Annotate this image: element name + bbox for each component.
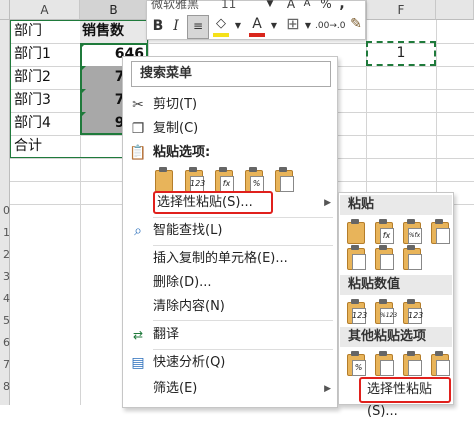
column-header-a[interactable]: A [10, 0, 80, 20]
row-number[interactable]: 3 [0, 270, 10, 283]
paste-formulas-icon[interactable]: fx [213, 167, 234, 192]
submenu-arrow-icon: ▶ [324, 198, 331, 208]
values-source-format-icon[interactable]: 123 [401, 299, 423, 324]
paste-special-highlight [153, 191, 273, 214]
comma-style-button[interactable]: , [335, 0, 349, 13]
context-menu: 搜索菜单 ✂ 剪切(T) ❐ 复制(C) 📋 粘贴选项: 123 fx % 选择… [122, 56, 338, 408]
submenu-arrow-icon: ▶ [324, 384, 331, 394]
no-borders-icon[interactable] [345, 245, 366, 270]
fill-color-dropdown-icon[interactable]: ▼ [233, 17, 243, 35]
row-number[interactable]: 7 [0, 358, 10, 371]
bold-button[interactable]: B [149, 17, 167, 35]
submenu-header-other: 其他粘贴选项 [340, 327, 452, 347]
menu-divider [153, 217, 333, 218]
smart-lookup-icon: ⌕ [134, 223, 142, 239]
submenu-paste-special-highlight [359, 377, 451, 403]
menu-item-paste-options: 📋 粘贴选项: [129, 145, 211, 161]
translate-icon: ⇄ [132, 328, 144, 342]
menu-item-cut[interactable]: ✂ 剪切(T) [123, 93, 337, 117]
transpose-icon[interactable] [401, 245, 422, 270]
paste-values-icon[interactable]: 123 [183, 167, 205, 192]
row-number[interactable]: 5 [0, 314, 10, 327]
submenu-header-paste: 粘贴 [340, 195, 452, 215]
keep-column-widths-icon[interactable] [373, 245, 394, 270]
paste-values-icon[interactable]: 123 [345, 299, 367, 324]
font-color-dropdown-icon[interactable]: ▼ [269, 17, 279, 35]
paste-formulas-number-format-icon[interactable]: %fx [401, 219, 422, 244]
menu-item-clear[interactable]: 清除内容(N) [123, 295, 337, 319]
row-number[interactable]: 2 [0, 248, 10, 261]
paste-icon[interactable] [345, 219, 365, 244]
row-number[interactable]: 4 [0, 292, 10, 305]
font-size-box[interactable]: 11 [221, 0, 261, 13]
paste-submenu: 粘贴 fx %fx 粘贴数值 123 %123 123 其他粘贴选项 % 选择性… [338, 192, 454, 419]
menu-item-translate[interactable]: ⇄ 翻译 [123, 323, 337, 347]
increase-font-icon[interactable]: A [283, 0, 299, 13]
scissors-icon: ✂ [132, 97, 144, 113]
font-name-box[interactable]: 微软雅黑 [151, 0, 217, 13]
menu-search-box[interactable]: 搜索菜单 [131, 61, 331, 87]
cell-f2-copied[interactable]: 1 [366, 41, 436, 66]
column-header-b[interactable]: B [80, 0, 148, 20]
font-color-icon[interactable]: A [247, 15, 267, 37]
paste-formatting-icon[interactable]: % [243, 167, 264, 192]
italic-button[interactable]: I [167, 17, 185, 35]
menu-divider [153, 349, 333, 350]
paste-formatting-icon[interactable]: % [345, 351, 366, 376]
mini-toolbar: 微软雅黑 11 ▼ A A % , B I ≡ ◇ ▼ A ▼ ⊞ ▼ .00→… [146, 0, 366, 40]
row-number[interactable]: 0 [0, 204, 10, 217]
quick-analysis-icon: ▤ [131, 355, 145, 371]
row-number[interactable]: 8 [0, 380, 10, 393]
percent-format-button[interactable]: % [317, 0, 335, 13]
align-center-icon[interactable]: ≡ [187, 15, 209, 39]
column-header-f[interactable]: F [366, 0, 436, 20]
font-size-dropdown-icon[interactable]: ▼ [263, 0, 277, 13]
menu-item-quick-analysis[interactable]: ▤ 快速分析(Q) [123, 351, 337, 375]
menu-item-smart-lookup[interactable]: ⌕ 智能查找(L) [123, 219, 337, 243]
submenu-header-paste-values: 粘贴数值 [340, 275, 452, 295]
decrease-font-icon[interactable]: A [299, 0, 315, 13]
row-number[interactable]: 1 [0, 226, 10, 239]
column-header-g[interactable] [436, 0, 474, 20]
borders-dropdown-icon[interactable]: ▼ [303, 17, 313, 35]
paste-formulas-icon[interactable]: fx [373, 219, 394, 244]
row-number[interactable]: 6 [0, 336, 10, 349]
menu-divider [153, 320, 333, 321]
corner-cell[interactable] [0, 0, 10, 20]
paste-link-icon[interactable] [273, 167, 294, 192]
menu-item-delete[interactable]: 删除(D)... [123, 271, 337, 295]
clipboard-icon: 📋 [129, 145, 147, 161]
decimal-icon[interactable]: .00→.0 [315, 17, 345, 35]
copy-icon: ❐ [131, 121, 145, 137]
menu-item-copy[interactable]: ❐ 复制(C) [123, 117, 337, 141]
keep-source-format-icon[interactable] [429, 219, 450, 244]
paste-picture-icon[interactable] [401, 351, 422, 376]
paste-link-icon[interactable] [373, 351, 394, 376]
menu-divider [153, 245, 333, 246]
fill-color-icon[interactable]: ◇ [211, 15, 231, 37]
menu-item-filter[interactable]: 筛选(E) ▶ [123, 377, 337, 401]
paste-icon[interactable] [153, 167, 173, 192]
menu-item-insert-copied[interactable]: 插入复制的单元格(E)... [123, 247, 337, 271]
format-painter-icon[interactable]: ✎ [347, 15, 365, 33]
linked-picture-icon[interactable] [429, 351, 450, 376]
values-number-format-icon[interactable]: %123 [373, 299, 397, 324]
borders-icon[interactable]: ⊞ [283, 15, 303, 33]
